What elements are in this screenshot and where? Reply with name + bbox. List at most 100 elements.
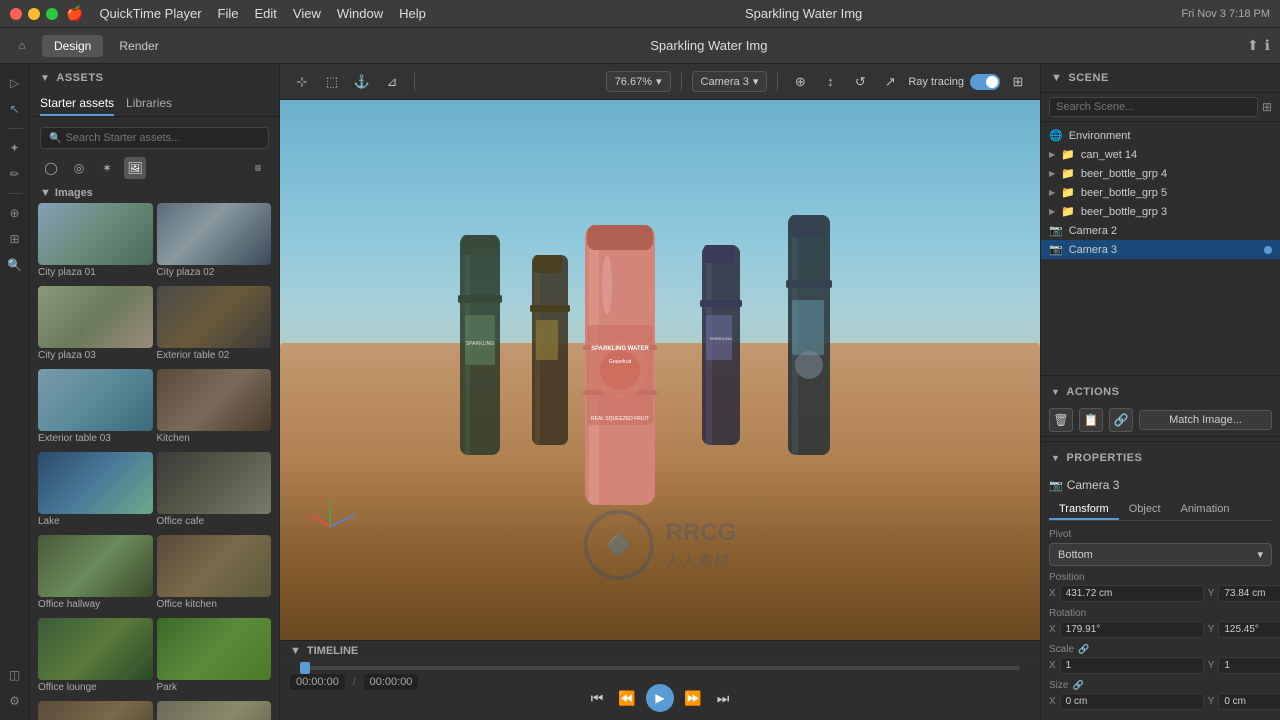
environment-icon: 🌐 bbox=[1049, 129, 1063, 142]
tool-anchor[interactable]: ⊕ bbox=[4, 202, 26, 224]
list-item[interactable]: City plaza 02 bbox=[157, 203, 272, 282]
menu-view[interactable]: View bbox=[293, 6, 321, 21]
list-item[interactable]: City plaza 03 bbox=[38, 286, 153, 365]
delete-button[interactable]: 🗑 bbox=[1049, 408, 1073, 432]
scale-x[interactable] bbox=[1060, 657, 1204, 674]
menu-help[interactable]: Help bbox=[399, 6, 426, 21]
scene-filter-icon[interactable]: ⊞ bbox=[1262, 100, 1272, 114]
size-x[interactable] bbox=[1060, 693, 1204, 710]
tool-cursor[interactable]: ↖ bbox=[4, 98, 26, 120]
filter-all[interactable]: ◯ bbox=[40, 157, 62, 179]
assets-search-input[interactable] bbox=[65, 132, 260, 144]
select-tool[interactable]: ⬚ bbox=[320, 70, 344, 94]
list-item[interactable]: Exterior table 03 bbox=[38, 369, 153, 448]
info-icon[interactable]: ℹ bbox=[1265, 37, 1270, 54]
rotation-y[interactable] bbox=[1218, 621, 1280, 638]
prop-tab-animation[interactable]: Animation bbox=[1171, 500, 1240, 520]
scene-search-input[interactable] bbox=[1049, 97, 1258, 117]
maximize-button[interactable] bbox=[46, 8, 58, 20]
tree-item-camera-3[interactable]: 📷 Camera 3 bbox=[1041, 240, 1280, 259]
list-item[interactable]: Lake bbox=[38, 452, 153, 531]
assets-collapse-icon[interactable]: ▼ bbox=[40, 73, 50, 84]
filter-shapes[interactable]: ◎ bbox=[68, 157, 90, 179]
duplicate-button[interactable]: 📋 bbox=[1079, 408, 1103, 432]
match-image-button[interactable]: Match Image... bbox=[1139, 410, 1272, 430]
tab-starter-assets[interactable]: Starter assets bbox=[40, 92, 114, 116]
tool-layers[interactable]: ◫ bbox=[4, 664, 26, 686]
tab-design[interactable]: Design bbox=[42, 35, 103, 57]
tree-item-can-wet[interactable]: ▶ 📁 can_wet 14 bbox=[1041, 145, 1280, 164]
prop-tab-transform[interactable]: Transform bbox=[1049, 500, 1119, 520]
filter-effects[interactable]: ✶ bbox=[96, 157, 118, 179]
tree-item-bottle-3[interactable]: ▶ 📁 beer_bottle_grp 3 bbox=[1041, 202, 1280, 221]
list-item[interactable]: Exterior table 02 bbox=[157, 286, 272, 365]
list-item[interactable]: Office cafe bbox=[157, 452, 272, 531]
close-button[interactable] bbox=[10, 8, 22, 20]
scene-collapse-icon[interactable]: ▼ bbox=[1051, 72, 1062, 84]
list-item[interactable]: Office lounge bbox=[38, 618, 153, 697]
tool-settings[interactable]: ⚙ bbox=[4, 690, 26, 712]
filter-images[interactable]: 🖼 bbox=[124, 157, 146, 179]
step-back-button[interactable]: ⏪ bbox=[616, 687, 638, 709]
list-item[interactable]: Kitchen bbox=[157, 369, 272, 448]
pivot-dropdown[interactable]: Bottom ▾ bbox=[1049, 543, 1272, 566]
menu-file[interactable]: File bbox=[218, 6, 239, 21]
tool-search[interactable]: 🔍 bbox=[4, 254, 26, 276]
position-x[interactable] bbox=[1060, 585, 1204, 602]
tab-render[interactable]: Render bbox=[107, 35, 170, 57]
scale-y[interactable] bbox=[1218, 657, 1280, 674]
ray-tracing-switch[interactable] bbox=[970, 74, 1000, 90]
viewport-toolbar: ⊹ ⬚ ⚓ ⊿ 76.67% ▾ Camera 3 ▾ ⊕ ↕ ↺ bbox=[280, 64, 1040, 100]
transform-tool[interactable]: ⊹ bbox=[290, 70, 314, 94]
rotation-x[interactable] bbox=[1060, 621, 1204, 638]
size-y[interactable] bbox=[1218, 693, 1280, 710]
play-button[interactable]: ▶ bbox=[646, 684, 674, 712]
align-tool[interactable]: ⊿ bbox=[380, 70, 404, 94]
viewport-settings-2[interactable]: ↕ bbox=[818, 70, 842, 94]
position-y[interactable] bbox=[1218, 585, 1280, 602]
assets-search-bar[interactable]: 🔍 bbox=[40, 127, 269, 149]
list-item[interactable]: Office hallway bbox=[38, 535, 153, 614]
list-item[interactable]: Office kitchen bbox=[157, 535, 272, 614]
anchor-tool[interactable]: ⚓ bbox=[350, 70, 374, 94]
list-item[interactable]: City plaza 01 bbox=[38, 203, 153, 282]
list-item[interactable]: Stone bench bbox=[157, 701, 272, 720]
timeline-scrubber[interactable] bbox=[300, 666, 1020, 670]
tab-libraries[interactable]: Libraries bbox=[126, 92, 172, 116]
tool-brush[interactable]: ✏ bbox=[4, 163, 26, 185]
timeline-collapse-icon[interactable]: ▼ bbox=[290, 645, 301, 657]
menu-quicktime[interactable]: QuickTime Player bbox=[99, 6, 201, 21]
actions-header[interactable]: ▼ ACTIONS bbox=[1041, 380, 1280, 404]
list-item[interactable]: Shelf bbox=[38, 701, 153, 720]
search-icon: 🔍 bbox=[49, 133, 61, 144]
ray-tracing-toggle[interactable]: Ray tracing bbox=[908, 74, 1000, 90]
list-item[interactable]: Park bbox=[157, 618, 272, 697]
tree-item-bottle-5[interactable]: ▶ 📁 beer_bottle_grp 5 bbox=[1041, 183, 1280, 202]
step-forward-button[interactable]: ⏩ bbox=[682, 687, 704, 709]
scale-label: Scale 🔗 bbox=[1049, 644, 1272, 655]
home-button[interactable]: ⌂ bbox=[10, 34, 34, 58]
fast-forward-button[interactable]: ⏭ bbox=[712, 687, 734, 709]
properties-header[interactable]: ▼ PROPERTIES bbox=[1041, 446, 1280, 470]
tool-grid[interactable]: ⊞ bbox=[4, 228, 26, 250]
link-button[interactable]: 🔗 bbox=[1109, 408, 1133, 432]
tree-item-bottle-4[interactable]: ▶ 📁 beer_bottle_grp 4 bbox=[1041, 164, 1280, 183]
viewport-extra[interactable]: ⊞ bbox=[1006, 70, 1030, 94]
images-collapse-icon[interactable]: ▼ bbox=[40, 187, 51, 199]
viewport-settings-1[interactable]: ⊕ bbox=[788, 70, 812, 94]
filter-list-view[interactable]: ≡ bbox=[247, 157, 269, 179]
tool-magic[interactable]: ✦ bbox=[4, 137, 26, 159]
minimize-button[interactable] bbox=[28, 8, 40, 20]
share-icon[interactable]: ⬆ bbox=[1247, 37, 1259, 54]
rewind-button[interactable]: ⏮ bbox=[586, 687, 608, 709]
tree-item-camera-2[interactable]: 📷 Camera 2 bbox=[1041, 221, 1280, 240]
zoom-dropdown[interactable]: 76.67% ▾ bbox=[606, 71, 671, 92]
menu-edit[interactable]: Edit bbox=[255, 6, 277, 21]
viewport-settings-3[interactable]: ↺ bbox=[848, 70, 872, 94]
camera-dropdown[interactable]: Camera 3 ▾ bbox=[692, 71, 768, 92]
menu-window[interactable]: Window bbox=[337, 6, 383, 21]
prop-tab-object[interactable]: Object bbox=[1119, 500, 1171, 520]
viewport-settings-4[interactable]: ↗ bbox=[878, 70, 902, 94]
tool-select[interactable]: ▷ bbox=[4, 72, 26, 94]
tree-item-environment[interactable]: 🌐 Environment bbox=[1041, 126, 1280, 145]
